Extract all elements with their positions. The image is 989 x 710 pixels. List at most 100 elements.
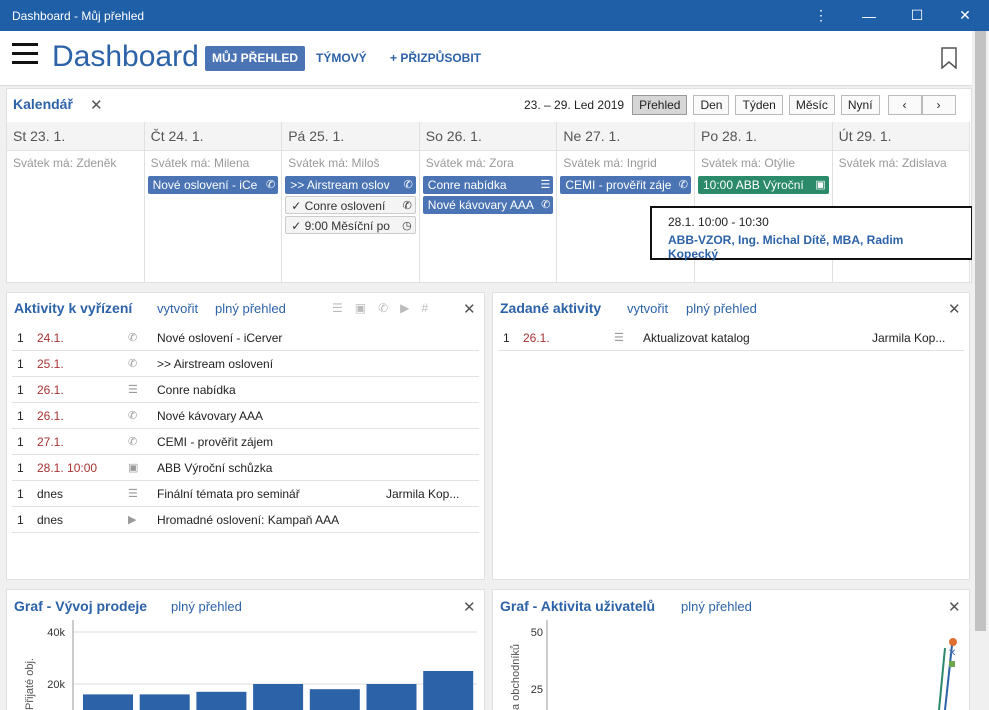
bar [196, 691, 247, 710]
activities-overview-link[interactable]: plný přehled [215, 301, 286, 316]
calendar-event[interactable]: 10:00 ABB Výroční ▣ [698, 176, 829, 194]
briefcase-icon: ▣ [128, 462, 139, 474]
maximize-button[interactable]: ☐ [893, 0, 941, 31]
task-list-icon: ☰ [540, 179, 551, 191]
y-axis-label: a obchodníků [510, 644, 522, 710]
phone-icon: ✆ [128, 358, 138, 370]
calendar-day-column[interactable]: So 26. 1. Svátek má: Zora Conre nabídka ☰ No… [419, 122, 558, 282]
day-header: Po 28. 1. [695, 122, 832, 151]
phone-icon: ✆ [128, 436, 138, 448]
item-count: 1 [17, 409, 24, 423]
sales-chart: 40k 20k Přijaté obj. [24, 620, 477, 710]
list-item[interactable]: 1 26.1. ✆ Nové kávovary AAA [12, 403, 479, 429]
calendar-event[interactable]: Nové kávovary AAA ✆ [422, 196, 554, 214]
bookmark-icon[interactable] [940, 47, 958, 69]
item-count: 1 [17, 513, 24, 527]
activities-create-link[interactable]: vytvořit [157, 301, 198, 316]
list-item[interactable]: 1 dnes ☰ Finální témata pro seminář Jarmila … [12, 481, 479, 507]
nameday-label: Svátek má: Zora [425, 156, 514, 170]
y-tick-label: 25 [531, 684, 543, 696]
close-activities-icon[interactable]: ✕ [463, 300, 476, 318]
view-overview-button[interactable]: Přehled [632, 95, 688, 115]
y-tick-label: 20k [47, 679, 65, 691]
nameday-label: Svátek má: Ingrid [563, 156, 657, 170]
item-date: 27.1. [37, 435, 64, 449]
item-subject: Nové oslovení - iCerver [157, 331, 283, 345]
event-tooltip: 28.1. 10:00 - 10:30 ABB-VZOR, Ing. Micha… [650, 206, 973, 261]
close-users-graph-icon[interactable]: ✕ [948, 598, 961, 616]
users-graph-overview-link[interactable]: plný přehled [681, 599, 752, 614]
phone-icon: ✆ [541, 199, 551, 211]
item-date: dnes [37, 513, 64, 527]
list-item[interactable]: 1 24.1. ✆ Nové oslovení - iCerver [12, 325, 479, 351]
calendar-day-column[interactable]: Čt 24. 1. Svátek má: Milena Nové oslovení … [144, 122, 283, 282]
calendar-nav: 23. – 29. Led 2019 Přehled Den Týden Měs… [524, 95, 956, 115]
event-label: Conre nabídka [427, 178, 507, 192]
next-week-button[interactable]: › [921, 95, 956, 115]
sales-graph-overview-link[interactable]: plný přehled [171, 599, 242, 614]
item-count: 1 [17, 357, 24, 371]
calendar-event[interactable]: >> Airstream oslov ✆ [285, 176, 416, 194]
assigned-overview-link[interactable]: plný přehled [686, 301, 757, 316]
list-item[interactable]: 1 dnes ▶ Hromadné oslovení: Kampaň AAA [12, 507, 479, 533]
page-title: Dashboard [52, 40, 199, 73]
item-count: 1 [17, 461, 24, 475]
sales-graph-title: Graf - Vývoj prodeje [14, 598, 148, 614]
view-now-button[interactable]: Nyní [840, 95, 880, 115]
calendar-day-column[interactable]: St 23. 1. Svátek má: Zdeněk [7, 122, 145, 282]
phone-icon: ✆ [678, 179, 688, 191]
list-item[interactable]: 1 26.1. ☰ Conre nabídka [12, 377, 479, 403]
phone-icon: ✆ [403, 179, 413, 191]
view-month-button[interactable]: Měsíc [788, 95, 835, 115]
y-axis-label: Přijaté obj. [24, 658, 36, 710]
item-subject: Hromadné oslovení: Kampaň AAA [157, 513, 340, 527]
calendar-day-column[interactable]: Pá 25. 1. Svátek má: Miloš >> Airstream os… [282, 122, 420, 282]
minimize-button[interactable]: — [845, 0, 893, 31]
task-list-icon: ☰ [128, 384, 138, 396]
close-sales-graph-icon[interactable]: ✕ [463, 598, 476, 616]
calendar-event[interactable]: ✓ 9:00 Měsíční po ◷ [285, 216, 416, 234]
tooltip-participants[interactable]: ABB-VZOR, Ing. Michal Dítě, MBA, Radim K… [668, 233, 955, 261]
close-calendar-icon[interactable]: ✕ [90, 96, 103, 114]
hamburger-menu-icon[interactable] [12, 43, 38, 67]
list-item[interactable]: 1 27.1. ✆ CEMI - prověřit zájem [12, 429, 479, 455]
day-header: Út 29. 1. [832, 122, 970, 151]
close-assigned-icon[interactable]: ✕ [948, 300, 961, 318]
calendar-event[interactable]: ✓ Conre oslovení ✆ [285, 196, 416, 214]
item-date: dnes [37, 487, 64, 501]
calendar-event[interactable]: CEMI - prověřit záje ✆ [560, 176, 691, 194]
tab-team[interactable]: TÝMOVÝ [316, 46, 367, 71]
phone-icon: ✆ [128, 332, 138, 344]
nameday-label: Svátek má: Otýlie [701, 156, 796, 170]
activity-filter-icons[interactable]: ☰▣✆▶# [332, 301, 440, 315]
prev-week-button[interactable]: ‹ [887, 95, 922, 115]
list-item[interactable]: 1 25.1. ✆ >> Airstream oslovení [12, 351, 479, 377]
scrollbar[interactable] [972, 31, 989, 710]
scrollbar-thumb[interactable] [975, 31, 986, 631]
list-item[interactable]: 1 26.1. ☰ Aktualizovat katalog Jarmila Kop..… [498, 325, 964, 351]
customize-button[interactable]: + PŘIZPŮSOBIT [390, 46, 481, 71]
event-label: >> Airstream oslov [290, 178, 390, 192]
item-count: 1 [17, 487, 24, 501]
assigned-create-link[interactable]: vytvořit [627, 301, 668, 316]
event-label: CEMI - prověřit záje [565, 178, 672, 192]
y-tick-label: 40k [47, 627, 65, 639]
day-header: Čt 24. 1. [144, 122, 282, 151]
item-date: 26.1. [37, 383, 64, 397]
list-item[interactable]: 1 28.1. 10:00 ▣ ABB Výroční schůzka [12, 455, 479, 481]
series-point: ✕ [948, 648, 956, 659]
nameday-label: Svátek má: Milena [150, 156, 250, 170]
calendar-event[interactable]: Nové oslovení - iCe ✆ [147, 176, 279, 194]
assigned-list: 1 26.1. ☰ Aktualizovat katalog Jarmila Kop..… [498, 325, 964, 351]
close-window-button[interactable]: ✕ [941, 0, 989, 31]
item-count: 1 [17, 435, 24, 449]
calendar-event[interactable]: Conre nabídka ☰ [422, 176, 554, 194]
item-subject: CEMI - prověřit zájem [157, 435, 274, 449]
tab-my-overview[interactable]: MŮJ PŘEHLED [205, 46, 306, 71]
calendar-title: Kalendář [13, 96, 73, 112]
bar [83, 694, 133, 710]
view-week-button[interactable]: Týden [735, 95, 783, 115]
view-day-button[interactable]: Den [693, 95, 730, 115]
more-options-icon[interactable]: ⋮ [797, 0, 845, 31]
item-date: 24.1. [37, 331, 64, 345]
